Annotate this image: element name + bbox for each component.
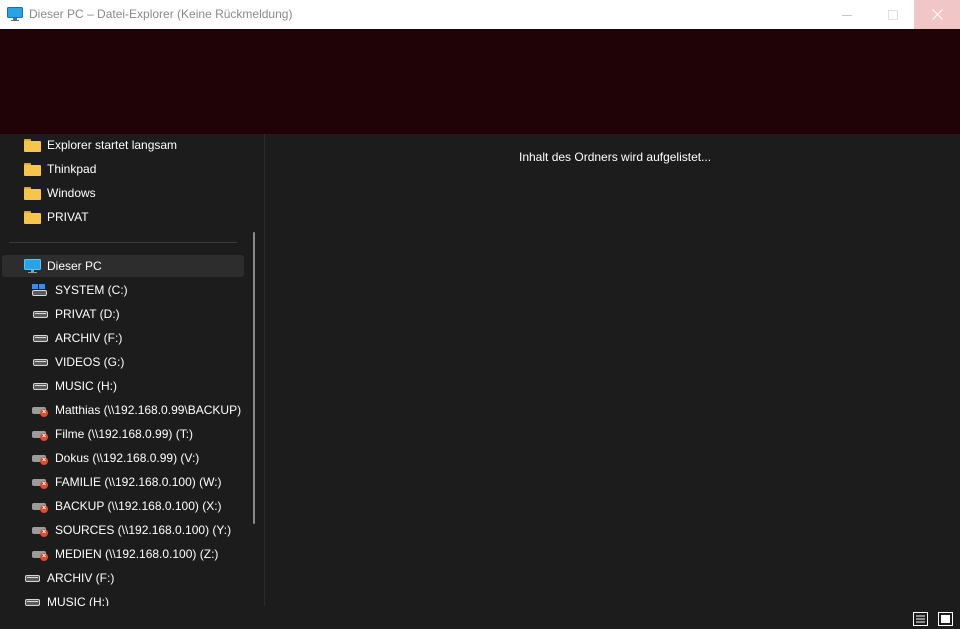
nav-item-drive-z[interactable]: × MEDIEN (\\192.168.0.100) (Z:): [0, 543, 244, 565]
drive-icon: [23, 595, 41, 606]
nav-item-label: Explorer startet langsam: [47, 138, 178, 152]
disconnected-network-drive-icon: ×: [31, 499, 49, 513]
nav-item-windows[interactable]: Windows: [0, 182, 244, 204]
nav-item-label: ARCHIV (F:): [47, 571, 115, 585]
disconnected-network-drive-icon: ×: [31, 403, 49, 417]
details-view-icon: [912, 612, 928, 626]
large-icons-view-button[interactable]: [937, 611, 953, 627]
drive-icon: [31, 355, 49, 369]
nav-item-label: Dieser PC: [47, 259, 102, 273]
nav-item-explorer-startet-langsam[interactable]: Explorer startet langsam: [0, 134, 244, 156]
folder-icon: [23, 138, 41, 152]
ribbon-area: [0, 29, 960, 134]
nav-scrollbar[interactable]: [253, 232, 255, 524]
content-area[interactable]: Inhalt des Ordners wird aufgelistet...: [265, 134, 960, 606]
nav-item-label: BACKUP (\\192.168.0.100) (X:): [55, 499, 222, 513]
nav-item-drive-h[interactable]: MUSIC (H:): [0, 375, 244, 397]
nav-item-label: Dokus (\\192.168.0.99) (V:): [55, 451, 200, 465]
maximize-icon: [888, 9, 898, 20]
folder-icon: [23, 186, 41, 200]
nav-item-label: SYSTEM (C:): [55, 283, 128, 297]
nav-item-drive-w[interactable]: × FAMILIE (\\192.168.0.100) (W:): [0, 471, 244, 493]
large-icons-view-icon: [937, 612, 953, 626]
nav-item-label: FAMILIE (\\192.168.0.100) (W:): [55, 475, 222, 489]
nav-item-label: MUSIC (H:): [55, 379, 117, 393]
minimize-icon: [842, 14, 852, 16]
nav-item-label: Thinkpad: [47, 162, 97, 176]
nav-item-drive-v[interactable]: × Dokus (\\192.168.0.99) (V:): [0, 447, 244, 469]
system-drive-icon: [31, 283, 49, 297]
disconnected-network-drive-icon: ×: [31, 547, 49, 561]
nav-item-drive-d[interactable]: PRIVAT (D:): [0, 303, 244, 325]
drive-icon: [31, 331, 49, 345]
nav-item-label: MEDIEN (\\192.168.0.100) (Z:): [55, 547, 219, 561]
folder-icon: [23, 162, 41, 176]
nav-item-label: SOURCES (\\192.168.0.100) (Y:): [55, 523, 232, 537]
loading-message: Inhalt des Ordners wird aufgelistet...: [519, 150, 712, 164]
nav-item-drive-x[interactable]: × BACKUP (\\192.168.0.100) (X:): [0, 495, 244, 517]
disconnected-network-drive-icon: ×: [31, 523, 49, 537]
nav-item-label: Matthias (\\192.168.0.99\BACKUP) (S:): [55, 403, 244, 417]
nav-item-dieser-pc[interactable]: Dieser PC: [2, 255, 244, 277]
details-view-button[interactable]: [912, 611, 928, 627]
nav-item-label: VIDEOS (G:): [55, 355, 125, 369]
nav-item-thinkpad[interactable]: Thinkpad: [0, 158, 244, 180]
drive-icon: [31, 379, 49, 393]
nav-item-label: PRIVAT: [47, 210, 89, 224]
maximize-button[interactable]: [870, 0, 916, 29]
monitor-icon: [23, 259, 41, 273]
nav-item-label: MUSIC (H:): [47, 595, 109, 606]
disconnected-network-drive-icon: ×: [31, 451, 49, 465]
nav-item-label: ARCHIV (F:): [55, 331, 123, 345]
nav-separator: [9, 242, 237, 243]
nav-item-drive-y[interactable]: × SOURCES (\\192.168.0.100) (Y:): [0, 519, 244, 541]
nav-item-label: Windows: [47, 186, 96, 200]
nav-item-drive-g[interactable]: VIDEOS (G:): [0, 351, 244, 373]
nav-item-drive-t[interactable]: × Filme (\\192.168.0.99) (T:): [0, 423, 244, 445]
disconnected-network-drive-icon: ×: [31, 475, 49, 489]
nav-item-music-h[interactable]: MUSIC (H:): [0, 591, 244, 606]
nav-item-drive-f[interactable]: ARCHIV (F:): [0, 327, 244, 349]
status-bar: [0, 606, 960, 629]
folder-icon: [23, 210, 41, 224]
navigation-pane[interactable]: Explorer startet langsam Thinkpad Window…: [0, 134, 264, 606]
nav-item-drive-c[interactable]: SYSTEM (C:): [0, 279, 244, 301]
minimize-button[interactable]: [824, 0, 870, 29]
drive-icon: [31, 307, 49, 321]
nav-item-drive-s[interactable]: × Matthias (\\192.168.0.99\BACKUP) (S:): [0, 399, 244, 421]
close-icon: [931, 9, 943, 20]
nav-item-label: Filme (\\192.168.0.99) (T:): [55, 427, 194, 441]
nav-item-archiv-f[interactable]: ARCHIV (F:): [0, 567, 244, 589]
close-button[interactable]: [914, 0, 960, 29]
title-bar[interactable]: Dieser PC – Datei-Explorer (Keine Rückme…: [0, 0, 960, 29]
nav-item-privat-folder[interactable]: PRIVAT: [0, 206, 244, 228]
disconnected-network-drive-icon: ×: [31, 427, 49, 441]
window-title: Dieser PC – Datei-Explorer (Keine Rückme…: [29, 7, 293, 21]
nav-item-label: PRIVAT (D:): [55, 307, 120, 321]
monitor-icon: [7, 7, 23, 21]
drive-icon: [23, 571, 41, 585]
